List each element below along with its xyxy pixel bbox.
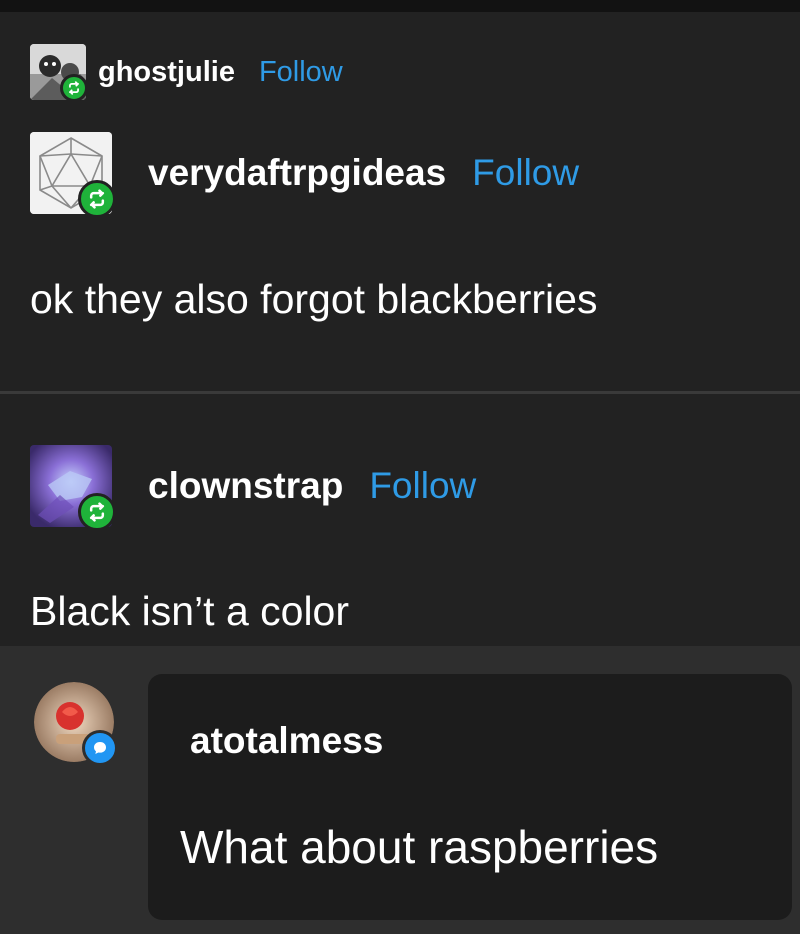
reblog-header-ghostjulie: ghostjulie Follow <box>30 44 343 102</box>
post-divider <box>0 391 800 394</box>
reblog-header-verydaftrpgideas: verydaftrpgideas Follow <box>30 131 579 218</box>
username-ghostjulie[interactable]: ghostjulie <box>98 56 235 89</box>
username-clownstrap[interactable]: clownstrap <box>148 465 343 507</box>
avatar-verydaftrpgideas[interactable] <box>30 132 116 218</box>
reply-bubble-icon <box>82 730 118 766</box>
reblog-header-clownstrap: clownstrap Follow <box>30 444 476 531</box>
reblog-icon <box>60 74 88 102</box>
top-edge <box>0 0 800 12</box>
username-atotalmess[interactable]: atotalmess <box>190 720 383 762</box>
reply-bubble: atotalmess What about raspberries <box>148 674 792 920</box>
reblog-icon <box>78 493 116 531</box>
reblog-icon <box>78 180 116 218</box>
post-text-clownstrap: Black isn’t a color <box>30 588 350 634</box>
reply-text: What about raspberries <box>180 821 659 873</box>
follow-button-ghostjulie[interactable]: Follow <box>259 56 343 89</box>
follow-button-clownstrap[interactable]: Follow <box>369 465 476 507</box>
avatar-clownstrap[interactable] <box>30 445 116 531</box>
follow-button-verydaftrpgideas[interactable]: Follow <box>472 152 579 194</box>
avatar-atotalmess[interactable] <box>34 682 118 766</box>
username-verydaftrpgideas[interactable]: verydaftrpgideas <box>148 152 446 194</box>
post-text-verydaftrpgideas: ok they also forgot blackberries <box>30 276 598 322</box>
avatar-ghostjulie[interactable] <box>30 44 88 102</box>
